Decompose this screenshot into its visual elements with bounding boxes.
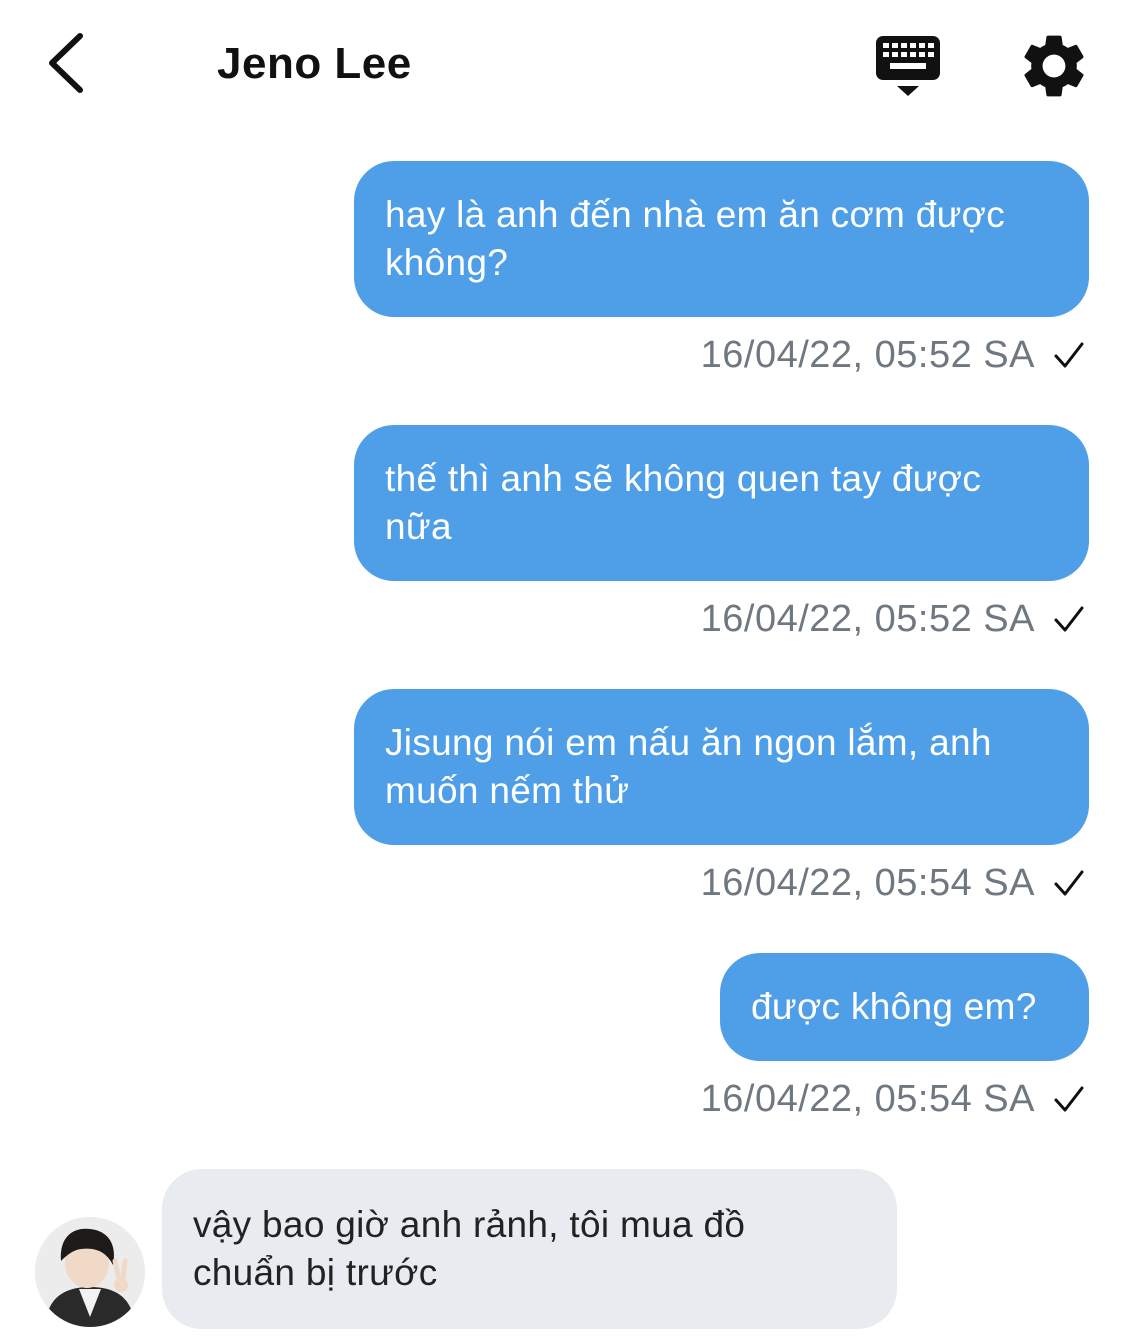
avatar[interactable] [35, 1217, 145, 1327]
message-timestamp: 16/04/22, 05:52 SA [700, 597, 1035, 640]
settings-button[interactable] [1016, 28, 1092, 104]
chevron-left-icon [49, 33, 83, 93]
message-line: thế thì anh sẽ không quen tay được [385, 458, 982, 499]
message-timestamp: 16/04/22, 05:52 SA [700, 333, 1035, 376]
avatar-photo [35, 1217, 145, 1327]
message-timestamp: 16/04/22, 05:54 SA [700, 861, 1035, 904]
incoming-message-bubble[interactable]: vậy bao giờ anh rảnh, tôi mua đồ chuẩn b… [162, 1169, 897, 1329]
outgoing-message-bubble[interactable]: thế thì anh sẽ không quen tay được nữa [354, 425, 1089, 581]
check-icon [1054, 342, 1084, 368]
outgoing-message-bubble[interactable]: Jisung nói em nấu ăn ngon lắm, anh muốn … [354, 689, 1089, 845]
check-icon [1054, 870, 1084, 896]
message-line: không? [385, 242, 509, 283]
back-button[interactable] [34, 28, 104, 98]
check-icon [1054, 606, 1084, 632]
message-line: Jisung nói em nấu ăn ngon lắm, anh [385, 722, 992, 763]
message-meta: 16/04/22, 05:52 SA [701, 594, 1085, 644]
outgoing-message-bubble[interactable]: hay là anh đến nhà em ăn cơm được không? [354, 161, 1089, 317]
message-meta: 16/04/22, 05:52 SA [701, 330, 1085, 380]
message-line: muốn nếm thử [385, 770, 630, 811]
gear-icon [1024, 35, 1084, 97]
message-timestamp: 16/04/22, 05:54 SA [700, 1077, 1035, 1120]
message-line: được không em? [751, 986, 1037, 1027]
message-line: nữa [385, 506, 452, 547]
outgoing-message-bubble[interactable]: được không em? [720, 953, 1089, 1061]
keyboard-icon [876, 36, 940, 96]
chat-title: Jeno Lee [217, 39, 412, 88]
keyboard-toggle-button[interactable] [872, 30, 946, 102]
message-line: hay là anh đến nhà em ăn cơm được [385, 194, 1006, 235]
check-icon [1054, 1086, 1084, 1112]
message-line: chuẩn bị trước [193, 1252, 438, 1293]
message-meta: 16/04/22, 05:54 SA [701, 1074, 1085, 1124]
chat-header: Jeno Lee [0, 0, 1125, 130]
message-line: vậy bao giờ anh rảnh, tôi mua đồ [193, 1204, 746, 1245]
message-meta: 16/04/22, 05:54 SA [701, 858, 1085, 908]
